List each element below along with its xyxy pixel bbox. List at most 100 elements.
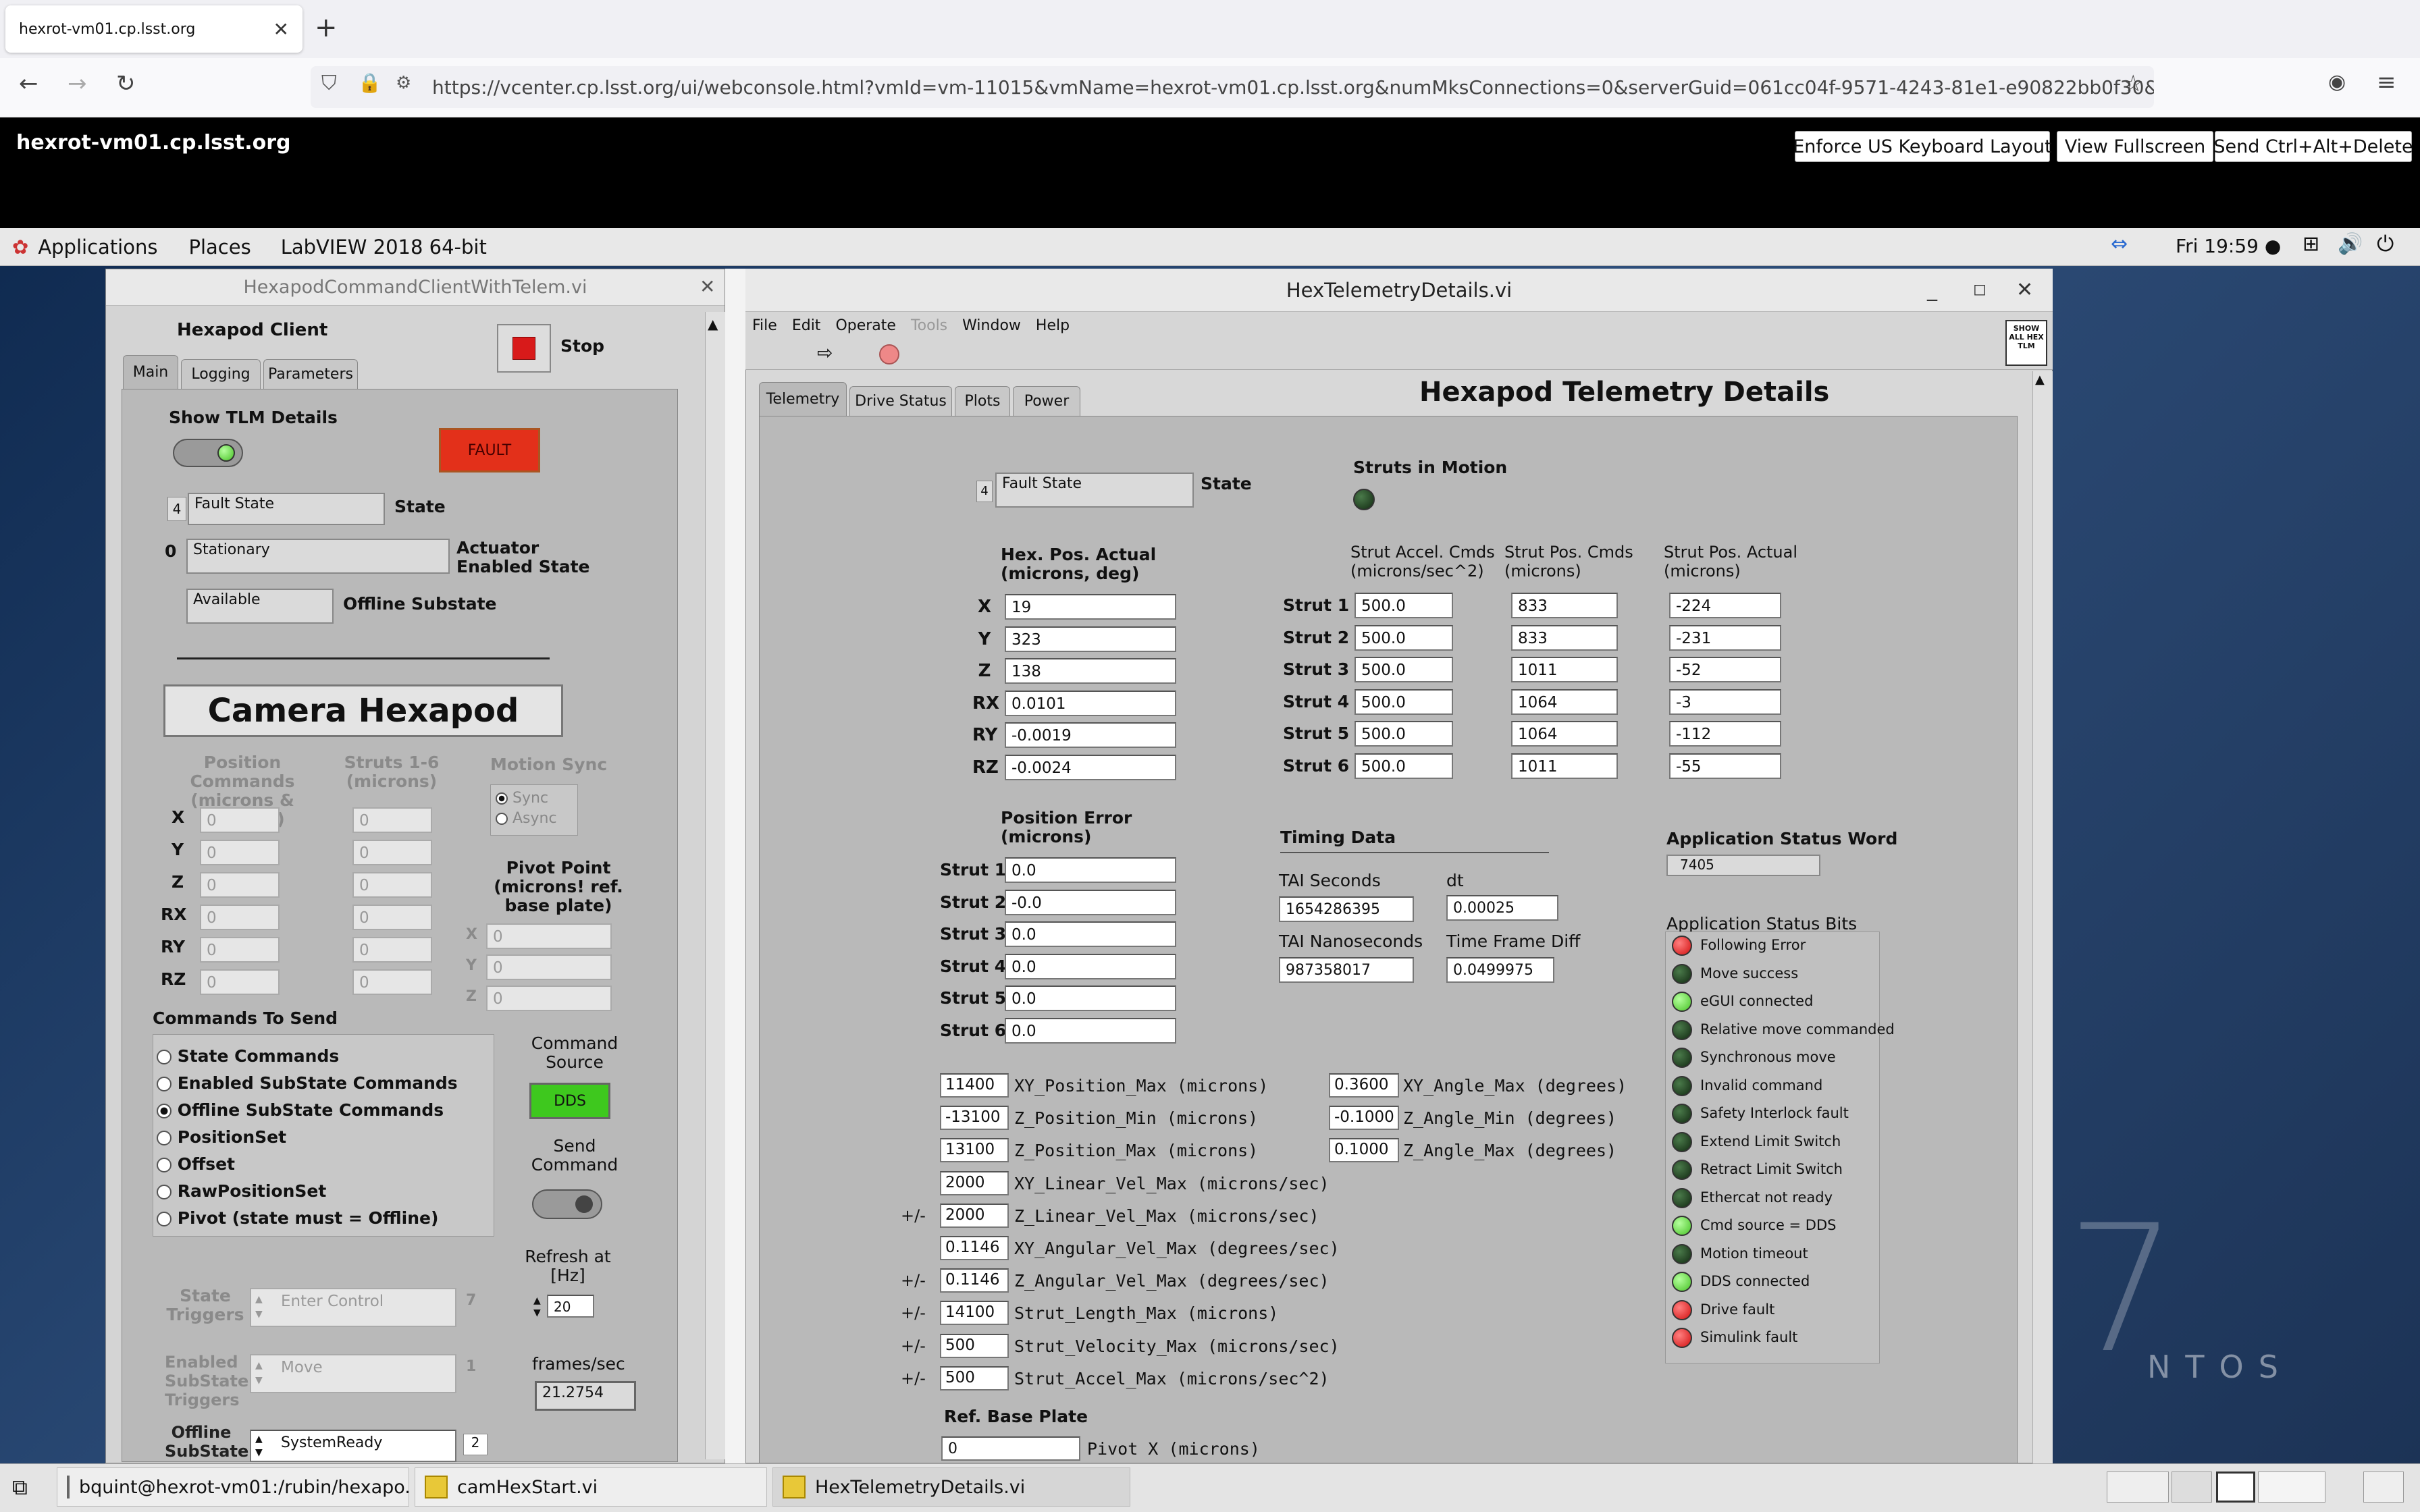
taskbar-terminal[interactable]: bquint@hexrot-vm01:/rubin/hexapo... — [57, 1467, 409, 1507]
view-fullscreen-button[interactable]: View Fullscreen — [2057, 131, 2213, 162]
workspace-5[interactable] — [2363, 1472, 2404, 1503]
close-tab-icon[interactable]: ✕ — [273, 18, 289, 40]
url-bar[interactable]: https://vcenter.cp.lsst.org/ui/webconsol… — [311, 66, 2154, 108]
network-icon[interactable]: ⊞ — [2303, 232, 2319, 256]
menu-help[interactable]: Help — [1036, 317, 1070, 334]
stop-button[interactable] — [497, 324, 551, 373]
send-ctrl-alt-delete-button[interactable]: Send Ctrl+Alt+Delete — [2213, 131, 2413, 162]
sync-option[interactable]: Sync — [496, 790, 548, 807]
taskbar-camhexstart[interactable]: camHexStart.vi — [415, 1467, 767, 1507]
scroll-up-icon[interactable]: ▲ — [708, 316, 718, 332]
workspace-2[interactable] — [2172, 1472, 2212, 1503]
shield-icon[interactable]: ⛉ — [321, 72, 337, 95]
cmd-source-button[interactable]: DDS — [529, 1083, 610, 1119]
pos-cmd-rx[interactable]: 0 — [200, 905, 280, 930]
refresh-stepper-icon[interactable]: ▲ ▼ — [533, 1295, 547, 1320]
power-icon[interactable]: ⏻ — [2377, 231, 2394, 257]
taskbar-hextelemetry[interactable]: HexTelemetryDetails.vi — [772, 1467, 1130, 1507]
cmd-radio-pivot[interactable] — [157, 1212, 172, 1226]
async-radio[interactable] — [496, 813, 508, 825]
strut-cmd-3[interactable]: 0 — [352, 872, 432, 898]
async-option[interactable]: Async — [496, 810, 557, 827]
enabled-triggers-select[interactable]: Move — [250, 1354, 456, 1393]
run-arrow-icon[interactable]: ⇨ — [817, 342, 833, 364]
cmd-option-state[interactable]: State Commands — [157, 1046, 339, 1066]
telemetry-scrollbar[interactable] — [2032, 371, 2053, 1463]
client-close-icon[interactable]: ✕ — [700, 275, 715, 298]
cmd-option-enabled-substate[interactable]: Enabled SubState Commands — [157, 1073, 458, 1093]
browser-tab[interactable]: hexrot-vm01.cp.lsst.org ✕ — [5, 5, 302, 53]
cmd-radio-positionset[interactable] — [157, 1131, 172, 1145]
applications-menu[interactable]: Applications — [38, 236, 157, 259]
new-tab-icon[interactable]: + — [315, 12, 338, 43]
cmd-radio-rawpositionset[interactable] — [157, 1185, 172, 1199]
cmd-option-rawpositionset[interactable]: RawPositionSet — [157, 1181, 326, 1201]
menu-tools[interactable]: Tools — [911, 317, 947, 334]
back-icon[interactable]: ← — [19, 70, 38, 97]
send-command-toggle[interactable] — [532, 1189, 602, 1219]
lock-icon[interactable]: 🔒 — [358, 72, 382, 94]
menu-file[interactable]: File — [752, 317, 777, 334]
pivot-y[interactable]: 0 — [486, 954, 612, 980]
tab-logging[interactable]: Logging — [181, 359, 261, 389]
enforce-keyboard-button[interactable]: Enforce US Keyboard Layout — [1793, 131, 2052, 162]
workspace-4[interactable] — [2258, 1472, 2325, 1503]
refresh-input[interactable]: 20 — [547, 1295, 594, 1318]
cmd-option-positionset[interactable]: PositionSet — [157, 1127, 286, 1147]
labview-menu[interactable]: LabVIEW 2018 64-bit — [281, 236, 487, 259]
volume-icon[interactable]: 🔊 — [2338, 232, 2363, 256]
tab-parameters[interactable]: Parameters — [263, 359, 358, 389]
cmd-option-offline-substate[interactable]: Offline SubState Commands — [157, 1100, 444, 1120]
close-window-icon[interactable]: ✕ — [2016, 278, 2033, 302]
pos-cmd-rz[interactable]: 0 — [200, 969, 280, 995]
tab-drive-status[interactable]: Drive Status — [849, 386, 952, 416]
tab-power[interactable]: Power — [1013, 386, 1080, 416]
pos-cmd-x[interactable]: 0 — [200, 807, 280, 833]
bookmark-star-icon[interactable]: ☆ — [2123, 70, 2143, 97]
show-desktop-icon[interactable]: ⧉ — [12, 1474, 28, 1501]
remote-display-icon[interactable]: ⇔ — [2111, 232, 2128, 256]
pos-cmd-z[interactable]: 0 — [200, 872, 280, 898]
cmd-radio-offset[interactable] — [157, 1158, 172, 1172]
show-all-tlm-button[interactable]: SHOW ALL HEX TLM — [2005, 320, 2047, 366]
pos-cmd-ry[interactable]: 0 — [200, 937, 280, 963]
menu-operate[interactable]: Operate — [835, 317, 896, 334]
offline-triggers-select[interactable]: SystemReady — [250, 1430, 456, 1462]
fault-indicator[interactable]: FAULT — [439, 428, 540, 473]
forward-icon[interactable]: → — [68, 70, 87, 97]
cmd-option-offset[interactable]: Offset — [157, 1154, 235, 1174]
sync-radio[interactable] — [496, 792, 508, 805]
abort-icon[interactable] — [879, 344, 899, 364]
state-triggers-select[interactable]: Enter Control — [250, 1288, 456, 1327]
pocket-icon[interactable]: ◉ — [2328, 70, 2346, 94]
cmd-radio-enabled-substate[interactable] — [157, 1077, 172, 1091]
offline-triggers-stepper-icon[interactable]: ▲ ▼ — [255, 1432, 263, 1459]
strut-cmd-6[interactable]: 0 — [352, 969, 432, 995]
maximize-icon[interactable]: ◻ — [1973, 279, 1987, 298]
menu-edit[interactable]: Edit — [792, 317, 821, 334]
minimize-icon[interactable]: _ — [1927, 278, 1937, 302]
places-menu[interactable]: Places — [188, 236, 251, 259]
strut-cmd-1[interactable]: 0 — [352, 807, 432, 833]
clock[interactable]: Fri 19:59 ● — [2176, 235, 2281, 257]
client-scrollbar[interactable] — [705, 312, 725, 1459]
menu-icon[interactable]: ≡ — [2377, 69, 2396, 96]
cmd-radio-offline-substate[interactable] — [157, 1104, 172, 1118]
enabled-triggers-stepper-icon[interactable]: ▲ ▼ — [255, 1358, 263, 1388]
cmd-option-pivot[interactable]: Pivot (state must = Offline) — [157, 1208, 438, 1228]
reload-icon[interactable]: ↻ — [116, 70, 136, 97]
strut-cmd-2[interactable]: 0 — [352, 840, 432, 865]
show-tlm-toggle[interactable] — [173, 439, 243, 467]
permissions-icon[interactable]: ⚙ — [396, 73, 411, 93]
workspace-1[interactable] — [2107, 1472, 2169, 1503]
strut-cmd-4[interactable]: 0 — [352, 905, 432, 930]
cmd-radio-state[interactable] — [157, 1050, 172, 1064]
tab-plots[interactable]: Plots — [955, 386, 1010, 416]
workspace-3[interactable] — [2216, 1472, 2255, 1503]
state-triggers-stepper-icon[interactable]: ▲ ▼ — [255, 1292, 263, 1322]
strut-cmd-5[interactable]: 0 — [352, 937, 432, 963]
tab-telemetry[interactable]: Telemetry — [759, 382, 847, 416]
menu-window[interactable]: Window — [962, 317, 1021, 334]
telemetry-scroll-up-icon[interactable]: ▲ — [2035, 373, 2045, 387]
pivot-z[interactable]: 0 — [486, 986, 612, 1011]
